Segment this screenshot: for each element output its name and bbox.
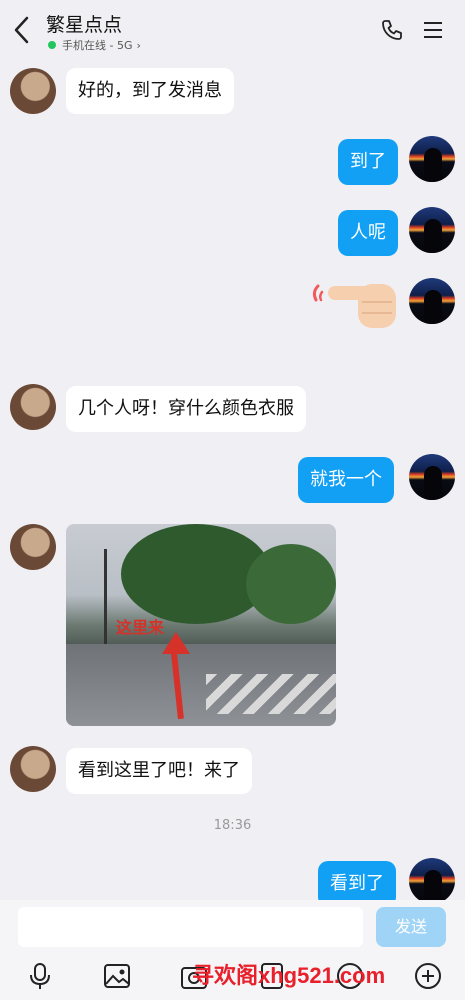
- message-bubble-left[interactable]: 好的，到了发消息: [66, 68, 234, 114]
- message-bubble-right[interactable]: 人呢: [338, 210, 398, 256]
- photo-crosswalk: [206, 674, 336, 714]
- phone-icon[interactable]: [380, 18, 404, 42]
- chat-header: 繁星点点 手机在线 - 5G ›: [0, 0, 465, 60]
- pointing-hand-emoji[interactable]: [312, 276, 402, 332]
- send-button[interactable]: 发送: [376, 907, 446, 947]
- photo-pole: [104, 549, 107, 649]
- back-arrow-icon[interactable]: [10, 14, 34, 46]
- image-icon[interactable]: [103, 962, 131, 990]
- contact-avatar[interactable]: [10, 524, 56, 570]
- online-dot-icon: [48, 41, 56, 49]
- contact-avatar[interactable]: [10, 384, 56, 430]
- message-bubble-left[interactable]: 看到这里了吧！来了: [66, 748, 252, 794]
- photo-overlay-text: 这里来: [116, 618, 165, 637]
- online-status-text: 手机在线 - 5G: [62, 39, 133, 52]
- photo-tree: [246, 544, 336, 624]
- timestamp: 18:36: [213, 818, 252, 833]
- message-bubble-left[interactable]: 几个人呀！穿什么颜色衣服: [66, 386, 306, 432]
- contact-avatar[interactable]: [10, 68, 56, 114]
- contact-avatar[interactable]: [10, 746, 56, 792]
- my-avatar[interactable]: [409, 454, 455, 500]
- message-bubble-right[interactable]: 到了: [338, 139, 398, 185]
- street-photo-message[interactable]: 这里来: [66, 524, 336, 726]
- contact-name[interactable]: 繁星点点: [46, 10, 122, 37]
- my-avatar[interactable]: [409, 136, 455, 182]
- microphone-icon[interactable]: [26, 962, 54, 990]
- photo-arrow-head-icon: [162, 632, 190, 654]
- status-chevron-icon: ›: [136, 38, 141, 52]
- my-avatar[interactable]: [409, 207, 455, 253]
- my-avatar[interactable]: [409, 278, 455, 324]
- plus-icon[interactable]: [414, 962, 442, 990]
- message-input[interactable]: [18, 907, 363, 947]
- menu-icon[interactable]: [422, 20, 444, 40]
- my-avatar[interactable]: [409, 858, 455, 904]
- online-status[interactable]: 手机在线 - 5G ›: [48, 37, 141, 53]
- watermark-text: 寻欢阁xhg521.com: [192, 963, 386, 988]
- message-bubble-right[interactable]: 就我一个: [298, 457, 394, 503]
